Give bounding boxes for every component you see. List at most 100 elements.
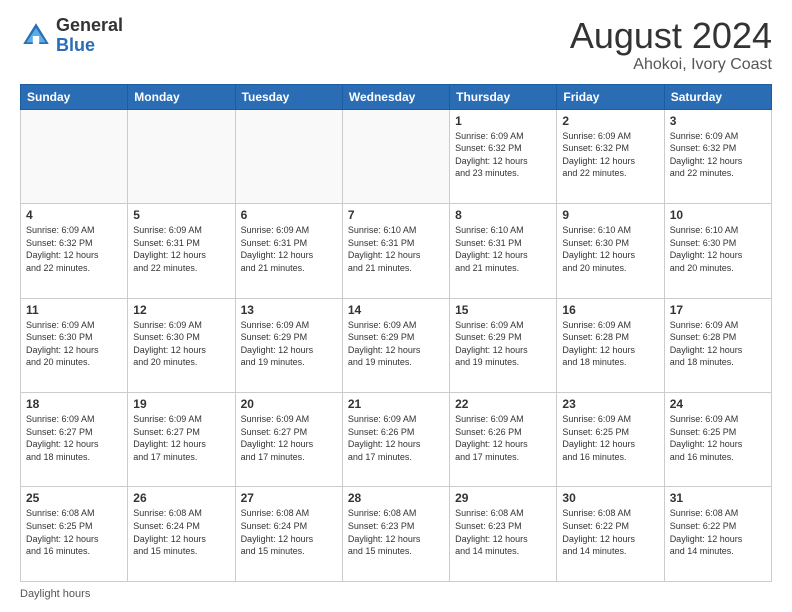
day-number: 20 <box>241 397 337 411</box>
title-block: August 2024 Ahokoi, Ivory Coast <box>570 16 772 74</box>
day-info: Sunrise: 6:09 AM Sunset: 6:31 PM Dayligh… <box>241 224 337 274</box>
day-info: Sunrise: 6:09 AM Sunset: 6:32 PM Dayligh… <box>26 224 122 274</box>
day-info: Sunrise: 6:08 AM Sunset: 6:22 PM Dayligh… <box>562 507 658 557</box>
day-info: Sunrise: 6:09 AM Sunset: 6:27 PM Dayligh… <box>26 413 122 463</box>
calendar-day-header: Tuesday <box>235 84 342 109</box>
day-info: Sunrise: 6:08 AM Sunset: 6:24 PM Dayligh… <box>133 507 229 557</box>
day-info: Sunrise: 6:09 AM Sunset: 6:32 PM Dayligh… <box>670 130 766 180</box>
calendar-cell: 28 Sunrise: 6:08 AM Sunset: 6:23 PM Dayli… <box>342 487 449 582</box>
day-number: 15 <box>455 303 551 317</box>
calendar-cell: 13 Sunrise: 6:09 AM Sunset: 6:29 PM Dayli… <box>235 298 342 392</box>
logo-general: General <box>56 16 123 36</box>
day-number: 25 <box>26 491 122 505</box>
calendar-week-row: 11 Sunrise: 6:09 AM Sunset: 6:30 PM Dayli… <box>21 298 772 392</box>
calendar-cell <box>342 109 449 203</box>
day-number: 12 <box>133 303 229 317</box>
calendar-cell: 15 Sunrise: 6:09 AM Sunset: 6:29 PM Dayli… <box>450 298 557 392</box>
calendar-day-header: Friday <box>557 84 664 109</box>
day-number: 21 <box>348 397 444 411</box>
day-number: 16 <box>562 303 658 317</box>
day-info: Sunrise: 6:10 AM Sunset: 6:30 PM Dayligh… <box>670 224 766 274</box>
daylight-hours-label: Daylight hours <box>20 588 90 600</box>
day-info: Sunrise: 6:09 AM Sunset: 6:30 PM Dayligh… <box>26 319 122 369</box>
day-number: 18 <box>26 397 122 411</box>
calendar-cell: 24Sunrise: 6:09 AM Sunset: 6:25 PM Dayli… <box>664 393 771 487</box>
day-number: 3 <box>670 114 766 128</box>
day-number: 7 <box>348 208 444 222</box>
day-info: Sunrise: 6:10 AM Sunset: 6:30 PM Dayligh… <box>562 224 658 274</box>
day-info: Sunrise: 6:10 AM Sunset: 6:31 PM Dayligh… <box>348 224 444 274</box>
day-number: 22 <box>455 397 551 411</box>
day-number: 11 <box>26 303 122 317</box>
day-number: 10 <box>670 208 766 222</box>
main-title: August 2024 <box>570 16 772 56</box>
logo-blue: Blue <box>56 36 123 56</box>
calendar-week-row: 18 Sunrise: 6:09 AM Sunset: 6:27 PM Dayli… <box>21 393 772 487</box>
day-info: Sunrise: 6:09 AM Sunset: 6:27 PM Dayligh… <box>133 413 229 463</box>
calendar-cell: 11 Sunrise: 6:09 AM Sunset: 6:30 PM Dayli… <box>21 298 128 392</box>
day-number: 19 <box>133 397 229 411</box>
day-info: Sunrise: 6:09 AM Sunset: 6:26 PM Dayligh… <box>455 413 551 463</box>
day-number: 9 <box>562 208 658 222</box>
logo-icon <box>20 20 52 52</box>
calendar-cell: 18 Sunrise: 6:09 AM Sunset: 6:27 PM Dayli… <box>21 393 128 487</box>
day-info: Sunrise: 6:09 AM Sunset: 6:29 PM Dayligh… <box>455 319 551 369</box>
calendar-week-row: 25 Sunrise: 6:08 AM Sunset: 6:25 PM Dayli… <box>21 487 772 582</box>
calendar-header-row: SundayMondayTuesdayWednesdayThursdayFrid… <box>21 84 772 109</box>
day-number: 2 <box>562 114 658 128</box>
day-info: Sunrise: 6:08 AM Sunset: 6:23 PM Dayligh… <box>455 507 551 557</box>
calendar-cell: 21 Sunrise: 6:09 AM Sunset: 6:26 PM Dayli… <box>342 393 449 487</box>
calendar-cell <box>21 109 128 203</box>
footer: Daylight hours <box>20 588 772 600</box>
calendar-cell: 29 Sunrise: 6:08 AM Sunset: 6:23 PM Dayli… <box>450 487 557 582</box>
day-number: 1 <box>455 114 551 128</box>
day-number: 24 <box>670 397 766 411</box>
day-number: 26 <box>133 491 229 505</box>
calendar-table: SundayMondayTuesdayWednesdayThursdayFrid… <box>20 84 772 582</box>
sub-title: Ahokoi, Ivory Coast <box>570 56 772 74</box>
day-info: Sunrise: 6:09 AM Sunset: 6:32 PM Dayligh… <box>562 130 658 180</box>
calendar-cell <box>128 109 235 203</box>
day-info: Sunrise: 6:09 AM Sunset: 6:25 PM Dayligh… <box>562 413 658 463</box>
day-info: Sunrise: 6:09 AM Sunset: 6:31 PM Dayligh… <box>133 224 229 274</box>
day-number: 5 <box>133 208 229 222</box>
day-info: Sunrise: 6:08 AM Sunset: 6:24 PM Dayligh… <box>241 507 337 557</box>
calendar-day-header: Monday <box>128 84 235 109</box>
page: General Blue August 2024 Ahokoi, Ivory C… <box>0 0 792 612</box>
day-number: 4 <box>26 208 122 222</box>
calendar-cell: 22 Sunrise: 6:09 AM Sunset: 6:26 PM Dayli… <box>450 393 557 487</box>
calendar-day-header: Wednesday <box>342 84 449 109</box>
calendar-cell: 17 Sunrise: 6:09 AM Sunset: 6:28 PM Dayli… <box>664 298 771 392</box>
day-info: Sunrise: 6:08 AM Sunset: 6:23 PM Dayligh… <box>348 507 444 557</box>
calendar-cell: 31Sunrise: 6:08 AM Sunset: 6:22 PM Dayli… <box>664 487 771 582</box>
day-number: 13 <box>241 303 337 317</box>
calendar-cell: 14Sunrise: 6:09 AM Sunset: 6:29 PM Dayli… <box>342 298 449 392</box>
calendar-cell: 10 Sunrise: 6:10 AM Sunset: 6:30 PM Dayli… <box>664 204 771 298</box>
day-info: Sunrise: 6:09 AM Sunset: 6:29 PM Dayligh… <box>348 319 444 369</box>
day-info: Sunrise: 6:09 AM Sunset: 6:30 PM Dayligh… <box>133 319 229 369</box>
calendar-cell: 6Sunrise: 6:09 AM Sunset: 6:31 PM Daylig… <box>235 204 342 298</box>
day-info: Sunrise: 6:09 AM Sunset: 6:28 PM Dayligh… <box>670 319 766 369</box>
calendar-day-header: Sunday <box>21 84 128 109</box>
calendar-cell: 2 Sunrise: 6:09 AM Sunset: 6:32 PM Daylig… <box>557 109 664 203</box>
day-number: 17 <box>670 303 766 317</box>
day-info: Sunrise: 6:08 AM Sunset: 6:25 PM Dayligh… <box>26 507 122 557</box>
calendar-cell: 16Sunrise: 6:09 AM Sunset: 6:28 PM Dayli… <box>557 298 664 392</box>
day-info: Sunrise: 6:08 AM Sunset: 6:22 PM Dayligh… <box>670 507 766 557</box>
calendar-cell: 26 Sunrise: 6:08 AM Sunset: 6:24 PM Dayli… <box>128 487 235 582</box>
calendar-week-row: 1 Sunrise: 6:09 AM Sunset: 6:32 PM Daylig… <box>21 109 772 203</box>
day-info: Sunrise: 6:09 AM Sunset: 6:32 PM Dayligh… <box>455 130 551 180</box>
calendar-cell: 1 Sunrise: 6:09 AM Sunset: 6:32 PM Daylig… <box>450 109 557 203</box>
calendar-cell: 8 Sunrise: 6:10 AM Sunset: 6:31 PM Daylig… <box>450 204 557 298</box>
day-number: 28 <box>348 491 444 505</box>
logo-text: General Blue <box>56 16 123 56</box>
calendar-cell: 30Sunrise: 6:08 AM Sunset: 6:22 PM Dayli… <box>557 487 664 582</box>
day-number: 8 <box>455 208 551 222</box>
day-info: Sunrise: 6:09 AM Sunset: 6:26 PM Dayligh… <box>348 413 444 463</box>
day-info: Sunrise: 6:09 AM Sunset: 6:29 PM Dayligh… <box>241 319 337 369</box>
calendar-cell: 23 Sunrise: 6:09 AM Sunset: 6:25 PM Dayli… <box>557 393 664 487</box>
day-info: Sunrise: 6:10 AM Sunset: 6:31 PM Dayligh… <box>455 224 551 274</box>
day-number: 29 <box>455 491 551 505</box>
calendar-cell: 12 Sunrise: 6:09 AM Sunset: 6:30 PM Dayli… <box>128 298 235 392</box>
day-number: 23 <box>562 397 658 411</box>
